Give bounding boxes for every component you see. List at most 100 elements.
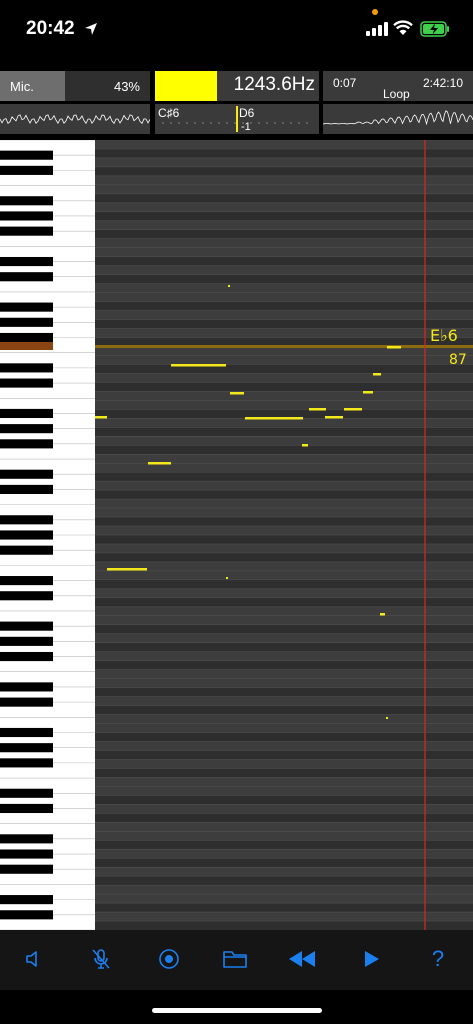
grid-row (95, 301, 473, 311)
black-key (0, 256, 53, 267)
grid-row (95, 651, 473, 661)
play-button[interactable] (354, 942, 388, 976)
grid-row (95, 274, 473, 284)
help-button[interactable]: ? (421, 942, 455, 976)
grid-row (95, 876, 473, 886)
playback-time-panel[interactable]: 0:07 2:42:10 Loop (323, 71, 473, 101)
grid-row (95, 579, 473, 589)
pitch-segment (344, 408, 362, 411)
black-key (0, 408, 53, 419)
grid-row (95, 570, 473, 580)
tuner-tick (162, 122, 164, 124)
input-waveform-line (0, 114, 151, 125)
wifi-icon (393, 20, 413, 35)
folder-icon (223, 951, 247, 968)
record-button[interactable] (152, 942, 186, 976)
grid-row (95, 723, 473, 733)
black-key (0, 150, 53, 160)
grid-row (95, 517, 473, 527)
tuner-tick (298, 122, 300, 124)
black-key (0, 363, 53, 373)
grid-row (95, 472, 473, 482)
black-key (0, 758, 53, 768)
pitch-segment (309, 408, 326, 411)
pitch-segment (95, 416, 107, 419)
grid-row (95, 148, 473, 158)
tuner-tick (274, 122, 276, 124)
track-waveform[interactable] (322, 104, 473, 134)
grid-row (95, 319, 473, 329)
black-key (0, 591, 53, 601)
tuner-tick (210, 122, 212, 124)
input-level-meter[interactable]: Mic. 43% (0, 71, 150, 101)
grid-row (95, 481, 473, 491)
black-key (0, 697, 53, 707)
frequency-value: 1243.6Hz (233, 74, 315, 95)
grid-row (95, 283, 473, 293)
tuner-tick (226, 122, 228, 124)
grid-row (95, 687, 473, 697)
grid-row (95, 921, 473, 930)
input-waveform-graph (0, 114, 151, 125)
speaker-button[interactable] (17, 942, 51, 976)
black-key (0, 332, 53, 343)
lower-note-label: C♯6 (158, 106, 180, 120)
grid-row (95, 885, 473, 895)
black-key (0, 469, 53, 479)
pitch-dot (386, 717, 388, 719)
grid-row (95, 211, 473, 221)
grid-row (95, 741, 473, 751)
open-file-button[interactable] (218, 942, 252, 976)
pitch-segment (363, 391, 373, 394)
grid-row (95, 202, 473, 212)
cellular-signal-icon (366, 22, 388, 36)
record-icon (159, 949, 179, 969)
tuner-tick (202, 122, 204, 124)
current-note-value: 87 (449, 352, 467, 368)
tuner-tick (194, 122, 196, 124)
grid-row (95, 535, 473, 544)
pitch-segment (245, 417, 303, 420)
black-key (0, 515, 53, 525)
play-icon (365, 951, 379, 967)
tuner-tick (170, 122, 172, 124)
home-indicator[interactable] (152, 1008, 322, 1013)
piano-keyboard[interactable] (0, 140, 95, 930)
grid-row (95, 220, 473, 230)
rewind-button[interactable] (285, 942, 319, 976)
grid-row (95, 157, 473, 167)
grid-row (95, 813, 473, 823)
grid-row (95, 606, 473, 616)
grid-row (95, 849, 473, 859)
grid-row (95, 355, 473, 365)
grid-row (95, 463, 473, 473)
upper-note-label: D6 (239, 106, 255, 120)
pitch-segment (171, 364, 226, 367)
black-key (0, 895, 53, 905)
black-key (0, 302, 53, 312)
grid-row (95, 418, 473, 428)
black-key (0, 743, 53, 753)
grid-row (95, 256, 473, 266)
input-waveform (0, 104, 151, 134)
grid-row (95, 445, 473, 455)
bottom-toolbar: ? (0, 930, 473, 990)
grid-row (95, 561, 473, 571)
grid-row (95, 840, 473, 850)
loop-label[interactable]: Loop (383, 87, 410, 101)
grid-row (95, 804, 473, 814)
piano-roll[interactable]: E♭6 87 (0, 140, 473, 930)
input-level-value: 43% (113, 79, 140, 94)
frequency-display: 1243.6Hz (217, 71, 319, 101)
pitch-segment (302, 444, 308, 447)
black-key (0, 211, 53, 221)
grid-row (95, 175, 473, 185)
grid-row (95, 292, 473, 302)
mic-mute-button[interactable] (84, 942, 118, 976)
pitch-grid[interactable]: E♭687 (95, 140, 473, 930)
grid-row (95, 615, 473, 625)
cents-offset: -1 (241, 121, 251, 133)
black-key (0, 682, 53, 692)
grid-row (95, 732, 473, 742)
grid-row (95, 391, 473, 401)
